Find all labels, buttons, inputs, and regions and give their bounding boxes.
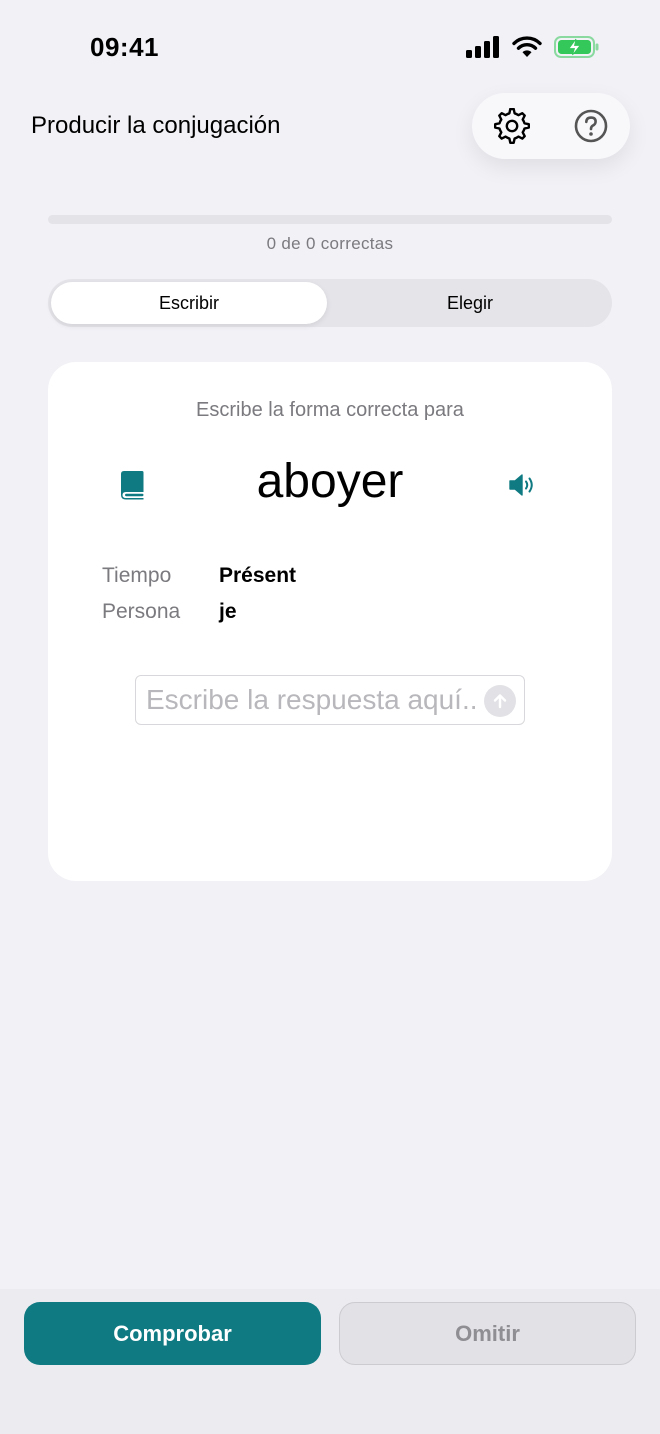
tab-choose[interactable]: Elegir	[330, 282, 610, 324]
tab-write[interactable]: Escribir	[51, 282, 327, 324]
person-label: Persona	[102, 600, 181, 623]
tense-label: Tiempo	[102, 564, 172, 587]
speaker-icon[interactable]	[508, 472, 540, 498]
wifi-icon	[512, 36, 542, 57]
skip-button[interactable]: Omitir	[339, 1302, 636, 1365]
status-time: 09:41	[90, 32, 159, 62]
answer-field	[135, 675, 525, 725]
check-button[interactable]: Comprobar	[24, 1302, 321, 1365]
answer-input[interactable]	[136, 676, 524, 724]
card-prompt: Escribe la forma correcta para	[196, 399, 464, 421]
help-button[interactable]	[569, 104, 613, 148]
settings-button[interactable]	[490, 104, 534, 148]
exercise-card: Escribe la forma correcta para aboyer Ti…	[48, 362, 612, 881]
progress-bar	[48, 215, 612, 224]
tense-value: Présent	[219, 564, 297, 587]
status-bar: 09:41	[0, 0, 660, 96]
submit-answer-button[interactable]	[484, 685, 516, 717]
cellular-signal-icon	[466, 36, 499, 58]
progress-text: 0 de 0 correctas	[266, 234, 394, 253]
person-value: je	[219, 600, 237, 623]
mode-segmented-control: Escribir Elegir	[48, 279, 612, 327]
status-icons	[466, 36, 600, 58]
battery-charging-icon	[554, 36, 599, 58]
gear-icon	[493, 108, 530, 144]
header-actions	[472, 93, 630, 159]
question-circle-icon	[574, 109, 607, 143]
arrow-up-icon	[493, 694, 507, 709]
page-title: Producir la conjugación	[31, 112, 281, 139]
